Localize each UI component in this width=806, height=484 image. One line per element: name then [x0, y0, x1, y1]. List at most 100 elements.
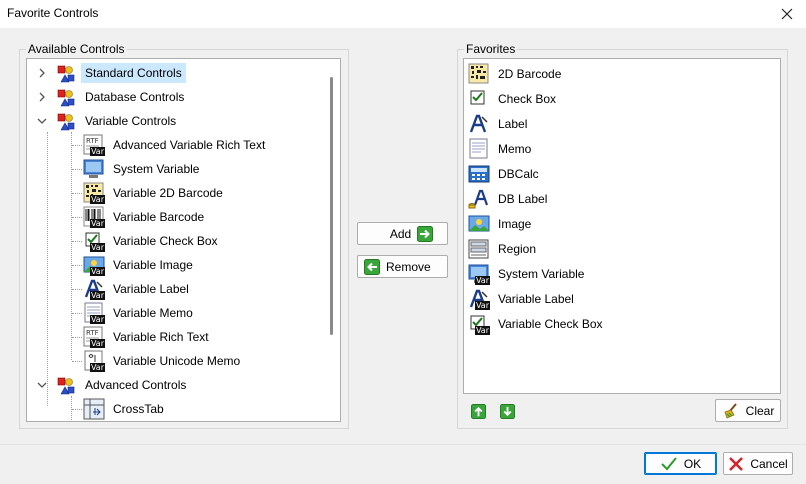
tree-guide-line — [72, 193, 82, 194]
favorite-item-2d-barcode[interactable]: 2D Barcode — [468, 61, 561, 86]
favorite-item-label: Check Box — [498, 91, 557, 106]
tree-item-label: Variable Label — [113, 282, 189, 296]
crosstab-icon — [83, 398, 105, 420]
favorite-item-label: Variable Label — [498, 291, 574, 306]
tree-guide-line — [71, 132, 72, 360]
arrow-right-icon — [417, 225, 434, 242]
tree-item-advanced-controls[interactable]: Advanced Controls — [55, 373, 190, 397]
favorites-label: Favorites — [464, 42, 518, 56]
tree-item-label: Database Controls — [85, 90, 185, 104]
title-bar: Favorite Controls — [0, 0, 806, 28]
favorite-item-label: DB Label — [498, 191, 548, 206]
tree-expander[interactable] — [36, 379, 48, 391]
tree-expander[interactable] — [36, 91, 48, 103]
tree-item-variable-2d-barcode[interactable]: Var Variable 2D Barcode — [83, 181, 227, 205]
tree-item-variable-check-box[interactable]: Var Variable Check Box — [83, 229, 222, 253]
tree-item-variable-unicode-memo[interactable]: Var Variable Unicode Memo — [83, 349, 244, 373]
close-button[interactable] — [776, 3, 798, 25]
tree-guide-line — [72, 169, 82, 170]
add-button-label: Add — [389, 226, 412, 241]
arrow-up-icon — [470, 403, 486, 419]
dbcalc-icon — [468, 163, 490, 185]
tree-item-crosstab[interactable]: CrossTab — [83, 397, 168, 421]
tree-guide-line — [72, 409, 82, 410]
favorite-item-memo[interactable]: Memo — [468, 136, 531, 161]
favorite-item-label: DBCalc — [498, 166, 539, 181]
tree-item-variable-rich-text[interactable]: RTF Var Variable Rich Text — [83, 325, 213, 349]
tree-item-variable-image[interactable]: Var Variable Image — [83, 253, 197, 277]
tree-guide-line — [47, 132, 48, 406]
cancel-button-label: Cancel — [750, 456, 788, 471]
controls-group-icon — [55, 86, 77, 108]
tree-item-label: Variable Image — [113, 258, 193, 272]
remove-button[interactable]: Remove — [357, 255, 448, 278]
favorite-item-dbcalc[interactable]: DBCalc — [468, 161, 539, 186]
tree-item-advanced-variable-rich-text[interactable]: RTF Var Advanced Variable Rich Text — [83, 133, 269, 157]
rtf-var-icon: RTF Var — [83, 326, 105, 348]
tree-item-standard-controls[interactable]: Standard Controls — [55, 61, 186, 85]
ok-button[interactable]: OK — [644, 452, 717, 475]
unicode-memo-var-icon: Var — [83, 350, 105, 372]
favorites-list[interactable]: 2D Barcode Check Box Label Memo DBCalc DB Lab… — [463, 58, 781, 394]
move-down-button[interactable] — [498, 402, 516, 420]
favorite-item-label[interactable]: Label — [468, 111, 527, 136]
tree-item-variable-memo[interactable]: Var Variable Memo — [83, 301, 197, 325]
tree-item-label: Advanced Variable Rich Text — [113, 138, 266, 152]
tree-item-label: System Variable — [113, 162, 200, 176]
rtf-var-icon: RTF Var — [83, 134, 105, 156]
tree-guide-line — [72, 337, 82, 338]
tree-guide-line — [72, 313, 82, 314]
clear-button-label: Clear — [745, 403, 775, 418]
tree-scrollbar-thumb[interactable] — [330, 77, 333, 335]
favorite-item-label: 2D Barcode — [498, 66, 562, 81]
cancel-x-icon — [729, 456, 744, 471]
available-controls-tree[interactable]: Standard Controls Database Controls Variab… — [26, 58, 341, 422]
favorite-item-check-box[interactable]: Check Box — [468, 86, 556, 111]
checkmark-icon — [661, 456, 677, 470]
favorite-item-label: Region — [498, 241, 537, 256]
favorite-item-variable-check-box[interactable]: Var Variable Check Box — [468, 311, 603, 336]
system-variable-icon — [83, 158, 105, 180]
add-button[interactable]: Add — [357, 222, 448, 245]
cancel-button[interactable]: Cancel — [723, 452, 793, 475]
tree-item-label: Variable Memo — [113, 306, 193, 320]
image-var-icon: Var — [83, 254, 105, 276]
tree-item-database-controls[interactable]: Database Controls — [55, 85, 188, 109]
favorite-item-db-label[interactable]: DB Label — [468, 186, 547, 211]
tree-item-variable-controls[interactable]: Variable Controls — [55, 109, 180, 133]
tree-guide-line — [72, 217, 82, 218]
arrow-left-icon — [364, 258, 380, 275]
tree-item-system-variable[interactable]: System Variable — [83, 157, 203, 181]
tree-item-label: Standard Controls — [81, 63, 186, 83]
tree-item-variable-label[interactable]: Var Variable Label — [83, 277, 193, 301]
memo-icon — [468, 138, 490, 160]
barcode-var-icon: Var — [83, 206, 105, 228]
label-var-icon: Var — [83, 278, 105, 300]
tree-scrollbar[interactable] — [324, 59, 340, 421]
tree-item-variable-barcode[interactable]: Var Variable Barcode — [83, 205, 208, 229]
controls-group-icon — [55, 110, 77, 132]
db-label-icon — [468, 188, 490, 210]
favorite-item-region[interactable]: Region — [468, 236, 536, 261]
memo-var-icon: Var — [83, 302, 105, 324]
tree-expander[interactable] — [36, 115, 48, 127]
close-icon — [781, 8, 793, 20]
favorite-item-label: Image — [498, 216, 532, 231]
clear-button[interactable]: Clear — [715, 399, 781, 422]
favorite-item-system-variable[interactable]: Var System Variable — [468, 261, 584, 286]
tree-item-label: Variable Check Box — [113, 234, 218, 248]
tree-item-label: Variable Rich Text — [113, 330, 209, 344]
barcode-2d-var-icon: Var — [83, 182, 105, 204]
tree-guide-line — [72, 361, 82, 362]
move-up-button[interactable] — [469, 402, 487, 420]
tree-item-label: Variable Unicode Memo — [113, 354, 241, 368]
tree-expander[interactable] — [36, 67, 48, 79]
favorite-item-label: Memo — [498, 141, 532, 156]
image-icon — [468, 213, 490, 235]
favorite-item-image[interactable]: Image — [468, 211, 531, 236]
favorite-item-variable-label[interactable]: Var Variable Label — [468, 286, 574, 311]
chevron-down-icon — [37, 382, 47, 388]
controls-group-icon — [55, 374, 77, 396]
label-var-icon: Var — [468, 288, 490, 310]
ok-button-label: OK — [683, 456, 702, 471]
